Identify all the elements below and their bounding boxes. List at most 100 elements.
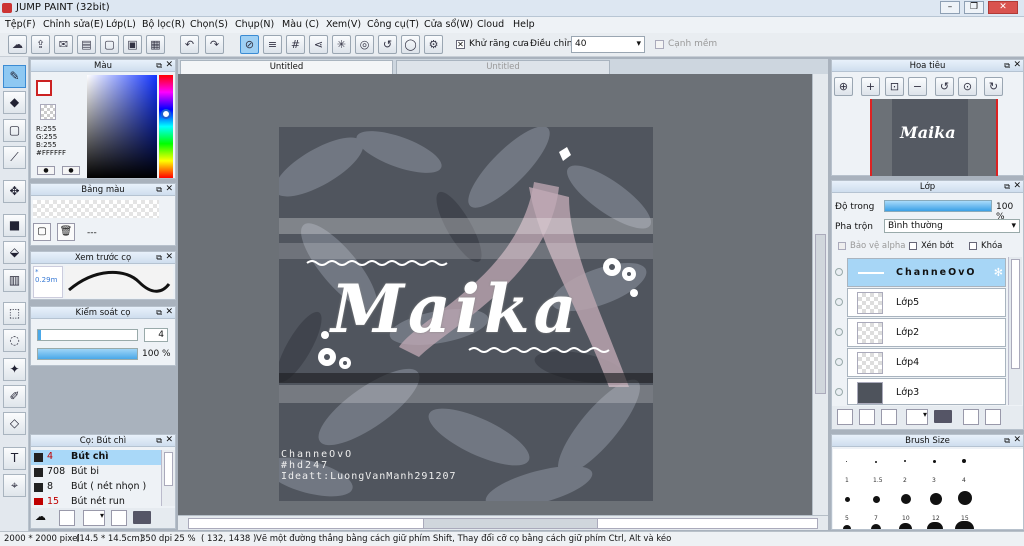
close-icon[interactable]: ✕	[165, 307, 173, 318]
menu-color[interactable]: Màu (C)	[282, 19, 319, 30]
pen-menu-icon[interactable]: ▾	[83, 510, 105, 526]
close-icon[interactable]: ✕	[1013, 60, 1021, 71]
new-palette-icon[interactable]: ▢	[33, 223, 51, 241]
popout-icon[interactable]: ⧉	[156, 435, 162, 446]
ellipse-snap-icon[interactable]: ◯	[401, 35, 420, 54]
trash-icon[interactable]: 🗑	[57, 223, 75, 241]
menu-filter[interactable]: Bộ lọc(R)	[142, 19, 185, 30]
palette-swatches[interactable]	[33, 200, 159, 218]
layer-row-2[interactable]: Lớp2	[847, 318, 1006, 347]
settings-snap-icon[interactable]: ⚙	[424, 35, 443, 54]
eye-icon[interactable]	[835, 268, 843, 276]
undo-icon[interactable]: ↶	[180, 35, 199, 54]
redo-icon[interactable]: ↷	[205, 35, 224, 54]
layer-row-channeovo[interactable]: ChanneOvO ✻	[847, 258, 1006, 287]
brush-opacity-slider[interactable]	[37, 348, 138, 360]
menu-file[interactable]: Tệp(F)	[5, 19, 36, 30]
minimize-button[interactable]: –	[940, 1, 960, 14]
circle-snap-icon[interactable]: ◎	[355, 35, 374, 54]
layer-list-scrollbar[interactable]	[1008, 257, 1022, 405]
fill-rect-tool-icon[interactable]: ■	[3, 214, 26, 237]
adjust-select[interactable]: 40 ▾	[571, 36, 645, 53]
zoom-in-icon[interactable]: +	[861, 77, 880, 96]
brush-size-slider[interactable]	[37, 329, 138, 341]
select-rect-tool-icon[interactable]: ⬚	[3, 302, 26, 325]
move-tool-icon[interactable]: ✥	[3, 180, 26, 203]
maximize-button[interactable]: ❐	[964, 1, 984, 14]
popout-icon[interactable]: ⧉	[156, 252, 162, 263]
layer-row-4[interactable]: Lớp4	[847, 348, 1006, 377]
color-swap-button[interactable]: ●	[62, 166, 80, 175]
gear-icon[interactable]: ✻	[994, 266, 1003, 279]
rotate-right-icon[interactable]: ↻	[984, 77, 1003, 96]
hue-slider[interactable]	[159, 75, 173, 178]
new-layer-icon[interactable]	[837, 409, 853, 425]
menu-tools[interactable]: Công cụ(T)	[367, 19, 419, 30]
eraser-tool-icon[interactable]: ◆	[3, 91, 26, 114]
pen-settings-icon[interactable]	[111, 510, 127, 526]
save-grid-icon[interactable]: ▦	[146, 35, 165, 54]
select-pen-tool-icon[interactable]: ✐	[3, 385, 26, 408]
pen-list-scrollbar[interactable]	[161, 450, 175, 506]
rotate-reset-icon[interactable]: ⊙	[958, 77, 977, 96]
rectangle-tool-icon[interactable]: ▢	[3, 119, 26, 142]
zoom-out-icon[interactable]: −	[908, 77, 927, 96]
folder-icon[interactable]	[133, 511, 151, 524]
close-icon[interactable]: ✕	[165, 252, 173, 263]
popout-icon[interactable]: ⧉	[156, 60, 162, 71]
close-icon[interactable]: ✕	[165, 184, 173, 195]
background-color-swatch[interactable]	[40, 104, 56, 120]
layer-row-3[interactable]: Lớp3	[847, 378, 1006, 405]
eye-icon[interactable]	[835, 388, 843, 396]
popout-icon[interactable]: ⧉	[156, 307, 162, 318]
menu-layer[interactable]: Lớp(L)	[106, 19, 136, 30]
close-icon[interactable]: ✕	[1013, 181, 1021, 192]
popout-icon[interactable]: ⧉	[1004, 60, 1010, 71]
close-button[interactable]: ✕	[988, 1, 1018, 14]
cloud-icon[interactable]: ☁	[8, 35, 27, 54]
pen-item[interactable]: 4Bút chì✻	[31, 450, 174, 465]
brush-tool-icon[interactable]: ✎	[3, 65, 26, 88]
new-file-icon[interactable]: ▢	[100, 35, 119, 54]
popout-icon[interactable]: ⧉	[156, 184, 162, 195]
popout-icon[interactable]: ⧉	[1004, 181, 1010, 192]
brush-size-input[interactable]: 4	[144, 328, 168, 342]
blend-mode-select[interactable]: Bình thường ▾	[884, 219, 1020, 233]
layer-row-5[interactable]: Lớp5	[847, 288, 1006, 317]
lock-checkbox[interactable]	[969, 242, 977, 250]
layer-add-menu-icon[interactable]: ▾	[906, 409, 928, 425]
duplicate-layer-icon[interactable]	[963, 409, 979, 425]
grid-snap-icon[interactable]: #	[286, 35, 305, 54]
menu-select[interactable]: Chọn(S)	[190, 19, 228, 30]
artwork-canvas[interactable]: Maika ChanneOvO #hd247 Ideatt:LuongVanMa…	[279, 127, 653, 501]
color-mode-button[interactable]: ●	[37, 166, 55, 175]
vanishing-snap-icon[interactable]: ⋖	[309, 35, 328, 54]
brush-size-grid[interactable]: 1 1.5 2 3 4 5 7 10 12 15	[833, 449, 1023, 529]
color-saturation-square[interactable]	[87, 75, 157, 178]
radial-snap-icon[interactable]: ✳	[332, 35, 351, 54]
menu-capture[interactable]: Chụp(N)	[235, 19, 274, 30]
popout-icon[interactable]: ⧉	[1004, 435, 1010, 446]
protect-alpha-checkbox[interactable]	[838, 242, 846, 250]
tab-untitled-active[interactable]: Untitled	[180, 60, 393, 74]
gradient-tool-icon[interactable]: ▥	[3, 269, 26, 292]
menu-help[interactable]: Help	[513, 19, 535, 30]
close-icon[interactable]: ✕	[165, 60, 173, 71]
select-eraser-tool-icon[interactable]: ◇	[3, 412, 26, 435]
no-snap-icon[interactable]: ⊘	[240, 35, 259, 54]
folder-icon[interactable]	[934, 410, 952, 423]
parallel-snap-icon[interactable]: ≡	[263, 35, 282, 54]
zoom-actual-icon[interactable]: ⊡	[885, 77, 904, 96]
rotate-left-icon[interactable]: ↺	[935, 77, 954, 96]
comment-icon[interactable]: ▤	[77, 35, 96, 54]
menu-window[interactable]: Cửa sổ(W)	[424, 19, 473, 30]
foreground-color-swatch[interactable]	[36, 80, 52, 96]
text-tool-icon[interactable]: T	[3, 447, 26, 470]
antialias-checkbox[interactable]: ✕	[456, 40, 465, 49]
new-layer-8bit-icon[interactable]	[859, 409, 875, 425]
eye-icon[interactable]	[835, 298, 843, 306]
cloud-download-icon[interactable]: ☁	[35, 510, 53, 526]
lasso-tool-icon[interactable]: ◌	[3, 329, 26, 352]
eyedropper-tool-icon[interactable]: ⌖	[3, 474, 26, 497]
menu-view[interactable]: Xem(V)	[326, 19, 361, 30]
